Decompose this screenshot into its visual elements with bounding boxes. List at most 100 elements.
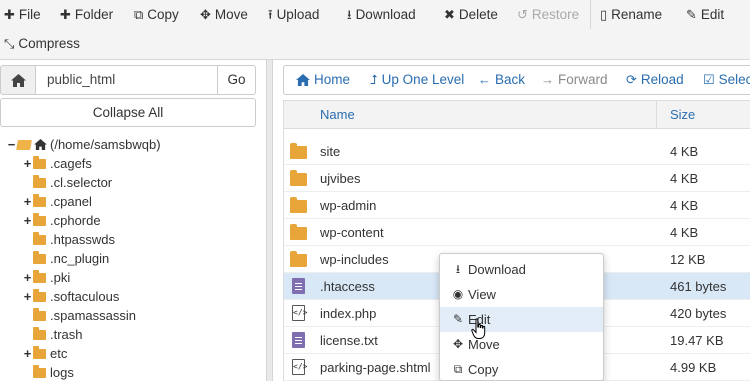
up-one-level-label: Up One Level — [381, 72, 465, 87]
forward-label: Forward — [558, 72, 608, 87]
tree-item[interactable]: .cl.selector — [22, 173, 112, 192]
file-size: 12 KB — [670, 252, 706, 267]
tree-item[interactable]: + .cagefs — [22, 154, 92, 173]
download-label: Download — [355, 7, 416, 22]
folder-icon — [33, 193, 46, 207]
new-folder-button[interactable]: ✚ Folder — [60, 6, 113, 24]
move-button[interactable]: ✥ Move — [200, 6, 248, 24]
table-row[interactable]: site 4 KB — [284, 138, 750, 165]
copy-icon: ⧉ — [134, 7, 144, 22]
back-button[interactable]: ← Back — [478, 66, 525, 94]
table-header: Name Size — [284, 100, 750, 129]
tree-item[interactable]: .spamassassin — [22, 306, 136, 325]
toolbar-divider — [590, 0, 591, 29]
tree-item-label: logs — [50, 365, 74, 380]
column-header-name[interactable]: Name — [320, 101, 355, 128]
tree-item[interactable]: logs — [22, 363, 74, 381]
file-size: 4.99 KB — [670, 360, 717, 375]
context-menu-item-copy[interactable]: ⧉ Copy — [440, 357, 603, 381]
tree-item-label: .spamassassin — [50, 308, 136, 323]
folder-icon — [33, 155, 46, 169]
context-menu-item-download[interactable]: ⭳ Download — [440, 257, 603, 282]
copy-icon: ⧉ — [453, 362, 463, 376]
delete-label: Delete — [458, 7, 498, 22]
expand-toggle[interactable]: + — [22, 154, 33, 173]
file-name: site — [320, 144, 341, 159]
tree-item-label: .cpanel — [50, 194, 92, 209]
document-icon — [290, 278, 305, 294]
folder-icon — [33, 231, 46, 245]
folder-icon — [33, 326, 46, 340]
context-menu-item-edit[interactable]: ✎ Edit — [440, 307, 603, 332]
home-icon — [10, 73, 26, 87]
table-row[interactable]: wp-admin 4 KB — [284, 192, 750, 219]
times-icon: ✖ — [444, 7, 455, 22]
select-all-button[interactable]: ☑Select — [703, 66, 750, 94]
navigation-bar: Home ⮥ Up One Level ← Back → Forward ⟳ Reloa… — [283, 65, 750, 95]
new-folder-label: Folder — [74, 7, 114, 22]
compress-button[interactable]: ⤡ Compress — [4, 35, 80, 53]
download-button[interactable]: ⭳ Download — [347, 6, 416, 24]
reload-button[interactable]: ⟳ Reload — [626, 66, 684, 94]
tree-item-label: .cl.selector — [50, 175, 113, 190]
hand-cursor-icon — [471, 318, 486, 339]
forward-button[interactable]: → Forward — [541, 66, 608, 94]
file-size: 4 KB — [670, 198, 699, 213]
folder-icon — [290, 224, 307, 240]
column-header-size[interactable]: Size — [670, 101, 695, 128]
tree-item[interactable]: + .cpanel — [22, 192, 92, 211]
home-button[interactable] — [0, 65, 36, 95]
file-icon: ▯ — [600, 7, 608, 22]
folder-icon — [33, 345, 46, 359]
expand-toggle[interactable]: + — [22, 344, 33, 363]
check-square-icon: ☑ — [703, 72, 715, 87]
level-up-icon: ⮥ — [370, 72, 378, 87]
expand-toggle[interactable]: + — [22, 192, 33, 211]
tree-item[interactable]: .trash — [22, 325, 83, 344]
context-menu-label: Copy — [468, 362, 499, 377]
context-menu-label: Download — [468, 262, 526, 277]
restore-label: Restore — [531, 7, 580, 22]
expand-toggle[interactable]: + — [22, 211, 33, 230]
new-file-button[interactable]: ✚ File — [4, 6, 41, 24]
code-file-icon: </> — [290, 359, 307, 375]
expand-toggle[interactable]: + — [22, 287, 33, 306]
collapse-all-button[interactable]: Collapse All — [0, 98, 256, 127]
restore-button[interactable]: ↺ Restore — [517, 6, 579, 24]
folder-icon — [33, 250, 46, 264]
rename-button[interactable]: ▯ Rename — [600, 6, 662, 24]
folder-icon — [33, 212, 46, 226]
tree-item[interactable]: + .pki — [22, 268, 70, 287]
context-menu: ⭳ Download ◉ View ✎ Edit ✥ Move ⧉ Copy — [439, 253, 604, 381]
up-one-level-button[interactable]: ⮥ Up One Level — [370, 66, 464, 94]
file-name: wp-content — [320, 225, 384, 240]
go-button[interactable]: Go — [217, 65, 256, 95]
expand-toggle[interactable]: + — [22, 268, 33, 287]
code-file-icon: </> — [290, 305, 307, 321]
tree-item[interactable]: + .softaculous — [22, 287, 119, 306]
tree-item-home[interactable]: − (/home/samsbwqb) — [6, 135, 161, 154]
nav-home-button[interactable]: Home — [296, 66, 350, 94]
upload-button[interactable]: ⭱ Upload — [268, 6, 319, 24]
copy-button[interactable]: ⧉ Copy — [134, 6, 179, 24]
file-size: 4 KB — [670, 144, 699, 159]
folder-icon — [33, 174, 46, 188]
table-row[interactable]: wp-content 4 KB — [284, 219, 750, 246]
path-input[interactable]: public_html — [35, 65, 218, 95]
context-menu-item-view[interactable]: ◉ View — [440, 282, 603, 307]
delete-button[interactable]: ✖ Delete — [444, 6, 498, 24]
tree-item[interactable]: + .cphorde — [22, 211, 101, 230]
folder-icon — [290, 251, 307, 267]
tree-item[interactable]: + etc — [22, 344, 67, 363]
collapse-toggle[interactable]: − — [6, 135, 17, 154]
panel-splitter[interactable] — [266, 60, 273, 381]
tree-item[interactable]: .htpasswds — [22, 230, 115, 249]
table-row[interactable]: ujvibes 4 KB — [284, 165, 750, 192]
context-menu-item-move[interactable]: ✥ Move — [440, 332, 603, 357]
pencil-icon: ✎ — [686, 7, 697, 22]
edit-button[interactable]: ✎ Edit — [686, 6, 724, 24]
tree-item[interactable]: .nc_plugin — [22, 249, 109, 268]
reload-label: Reload — [640, 72, 684, 87]
tree-item-label: (/home/samsbwqb) — [50, 137, 161, 152]
tree-item-label: .htpasswds — [50, 232, 116, 247]
